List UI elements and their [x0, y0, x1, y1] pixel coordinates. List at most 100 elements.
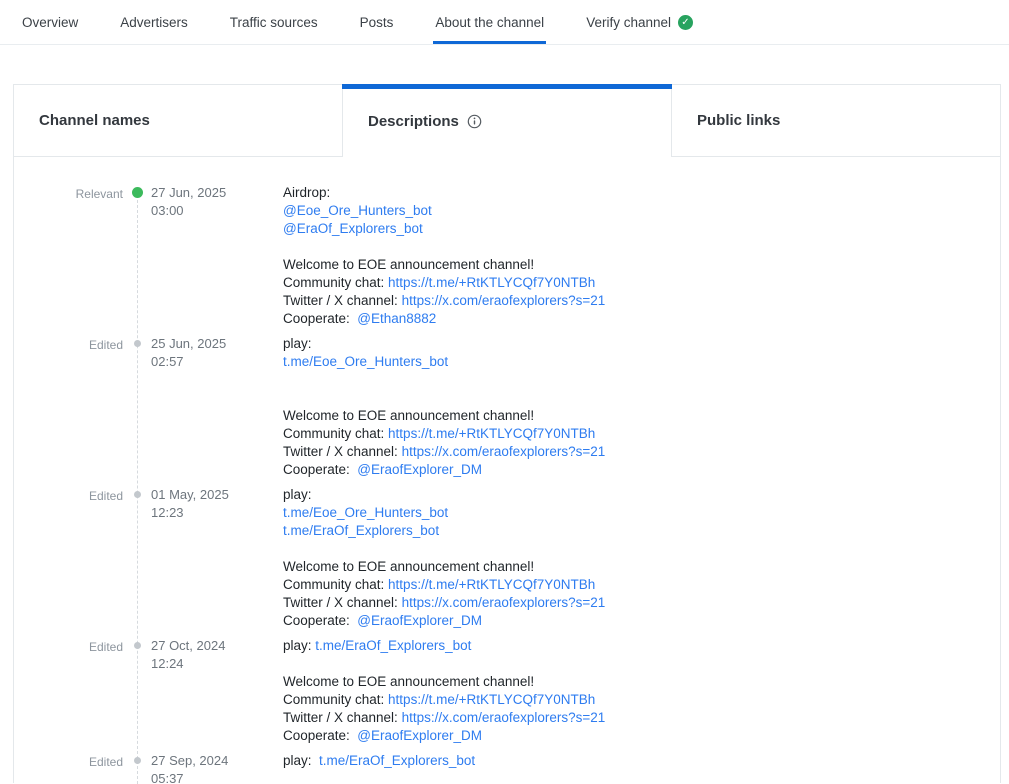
description-link[interactable]: https://t.me/+RtKTLYCQf7Y0NTBh: [388, 426, 595, 441]
entry-date-time: 05:37: [151, 770, 283, 784]
description-link[interactable]: https://x.com/eraofexplorers?s=21: [402, 595, 606, 610]
description-link[interactable]: t.me/EraOf_Explorers_bot: [319, 753, 475, 768]
timeline-entry: Edited 25 Jun, 2025 02:57 play: t.me/Eoe_…: [14, 335, 1000, 479]
description-text: Community chat:: [283, 577, 388, 592]
entry-date-time: 12:23: [151, 504, 283, 522]
timeline: Relevant 27 Jun, 2025 03:00 Airdrop: @Eoe…: [14, 184, 1000, 784]
timeline-dot-icon: [134, 642, 141, 649]
info-icon: [467, 114, 482, 129]
entry-description: play: t.me/EraOf_Explorers_bot Welcome t…: [283, 637, 1000, 745]
description-text: Cooperate:: [283, 613, 357, 628]
description-text: Airdrop:: [283, 185, 330, 200]
nav-tab-about-the-channel[interactable]: About the channel: [433, 0, 546, 44]
entry-date: 01 May, 2025 12:23: [151, 486, 283, 630]
main-nav: Overview Advertisers Traffic sources Pos…: [0, 0, 1009, 45]
entry-date-day: 27 Sep, 2024: [151, 752, 283, 770]
entry-date-day: 01 May, 2025: [151, 486, 283, 504]
timeline-dot-column: [123, 486, 151, 630]
description-text: Cooperate:: [283, 462, 357, 477]
entry-status-label: Edited: [14, 752, 123, 784]
description-text: Welcome to EOE announcement channel!: [283, 559, 534, 574]
description-text: Twitter / X channel:: [283, 710, 402, 725]
nav-tab-posts[interactable]: Posts: [358, 0, 396, 44]
tab-public-links-label: Public links: [697, 112, 780, 129]
description-text: Welcome to EOE announcement channel!: [283, 674, 534, 689]
description-text: play:: [283, 638, 315, 653]
description-link[interactable]: t.me/Eoe_Ore_Hunters_bot: [283, 505, 448, 520]
entry-date-time: 02:57: [151, 353, 283, 371]
tab-descriptions[interactable]: Descriptions: [343, 85, 672, 157]
timeline-dot-column: [123, 184, 151, 328]
description-text: Community chat:: [283, 275, 388, 290]
description-text: Welcome to EOE announcement channel!: [283, 257, 534, 272]
timeline-dot-column: [123, 637, 151, 745]
entry-date: 27 Sep, 2024 05:37: [151, 752, 283, 784]
description-link[interactable]: https://t.me/+RtKTLYCQf7Y0NTBh: [388, 577, 595, 592]
entry-date: 27 Oct, 2024 12:24: [151, 637, 283, 745]
description-link[interactable]: @EraofExplorer_DM: [357, 728, 482, 743]
description-link[interactable]: https://x.com/eraofexplorers?s=21: [402, 710, 606, 725]
description-text: play:: [283, 487, 312, 502]
entry-date-time: 03:00: [151, 202, 283, 220]
description-link[interactable]: https://t.me/+RtKTLYCQf7Y0NTBh: [388, 692, 595, 707]
description-link[interactable]: t.me/EraOf_Explorers_bot: [315, 638, 471, 653]
timeline-dot-icon: [134, 757, 141, 764]
descriptions-panel: Relevant 27 Jun, 2025 03:00 Airdrop: @Eoe…: [14, 157, 1000, 784]
entry-description: Airdrop: @Eoe_Ore_Hunters_bot @EraOf_Explo…: [283, 184, 1000, 328]
description-link[interactable]: @EraofExplorer_DM: [357, 462, 482, 477]
entry-status-label: Edited: [14, 637, 123, 745]
entry-date: 25 Jun, 2025 02:57: [151, 335, 283, 479]
timeline-dot-column: [123, 752, 151, 784]
timeline-entry: Relevant 27 Jun, 2025 03:00 Airdrop: @Eoe…: [14, 184, 1000, 328]
timeline-dot-icon: [132, 187, 143, 198]
entry-status-label: Relevant: [14, 184, 123, 328]
description-text: Twitter / X channel:: [283, 595, 402, 610]
nav-tab-overview[interactable]: Overview: [20, 0, 80, 44]
timeline-entry: Edited 27 Oct, 2024 12:24 play: t.me/Era…: [14, 637, 1000, 745]
description-link[interactable]: https://x.com/eraofexplorers?s=21: [402, 444, 606, 459]
nav-tab-verify-channel[interactable]: Verify channel ✓: [584, 0, 695, 44]
tab-channel-names[interactable]: Channel names: [14, 85, 343, 157]
entry-description: play: t.me/Eoe_Ore_Hunters_bot t.me/EraOf_…: [283, 486, 1000, 630]
description-text: Twitter / X channel:: [283, 444, 402, 459]
tab-channel-names-label: Channel names: [39, 112, 150, 129]
description-link[interactable]: t.me/Eoe_Ore_Hunters_bot: [283, 354, 448, 369]
nav-tab-verify-channel-label: Verify channel: [586, 15, 671, 30]
description-text: Cooperate:: [283, 311, 357, 326]
entry-status-label: Edited: [14, 486, 123, 630]
description-link[interactable]: https://t.me/+RtKTLYCQf7Y0NTBh: [388, 275, 595, 290]
entry-status-label: Edited: [14, 335, 123, 479]
entry-date-day: 25 Jun, 2025: [151, 335, 283, 353]
verified-badge-icon: ✓: [678, 15, 693, 30]
entry-date: 27 Jun, 2025 03:00: [151, 184, 283, 328]
timeline-dot-icon: [134, 491, 141, 498]
description-text: Cooperate:: [283, 728, 357, 743]
timeline-entry: Edited 01 May, 2025 12:23 play: t.me/Eoe_…: [14, 486, 1000, 630]
description-text: play:: [283, 336, 312, 351]
timeline-dot-icon: [134, 340, 141, 347]
timeline-entry: Edited 27 Sep, 2024 05:37 play: t.me/Era…: [14, 752, 1000, 784]
nav-tab-advertisers[interactable]: Advertisers: [118, 0, 190, 44]
description-link[interactable]: t.me/EraOf_Explorers_bot: [283, 523, 439, 538]
description-text: play:: [283, 753, 319, 768]
entry-date-day: 27 Oct, 2024: [151, 637, 283, 655]
description-text: Welcome to EOE announcement channel!: [283, 408, 534, 423]
entry-date-time: 12:24: [151, 655, 283, 673]
description-link[interactable]: @EraofExplorer_DM: [357, 613, 482, 628]
entry-description: play: t.me/EraOf_Explorers_bot: [283, 752, 1000, 784]
card-tab-row: Channel names Descriptions Public links: [14, 85, 1000, 157]
about-channel-card: Channel names Descriptions Public links …: [13, 84, 1001, 783]
description-link[interactable]: @Eoe_Ore_Hunters_bot: [283, 203, 432, 218]
description-text: Twitter / X channel:: [283, 293, 402, 308]
description-link[interactable]: @Ethan8882: [357, 311, 436, 326]
description-text: Community chat:: [283, 692, 388, 707]
description-link[interactable]: https://x.com/eraofexplorers?s=21: [402, 293, 606, 308]
nav-tab-traffic-sources[interactable]: Traffic sources: [228, 0, 320, 44]
entry-description: play: t.me/Eoe_Ore_Hunters_bot Welcome to…: [283, 335, 1000, 479]
entry-date-day: 27 Jun, 2025: [151, 184, 283, 202]
description-text: Community chat:: [283, 426, 388, 441]
description-link[interactable]: @EraOf_Explorers_bot: [283, 221, 423, 236]
timeline-dot-column: [123, 335, 151, 479]
tab-descriptions-label: Descriptions: [368, 113, 459, 130]
tab-public-links[interactable]: Public links: [672, 85, 1000, 157]
